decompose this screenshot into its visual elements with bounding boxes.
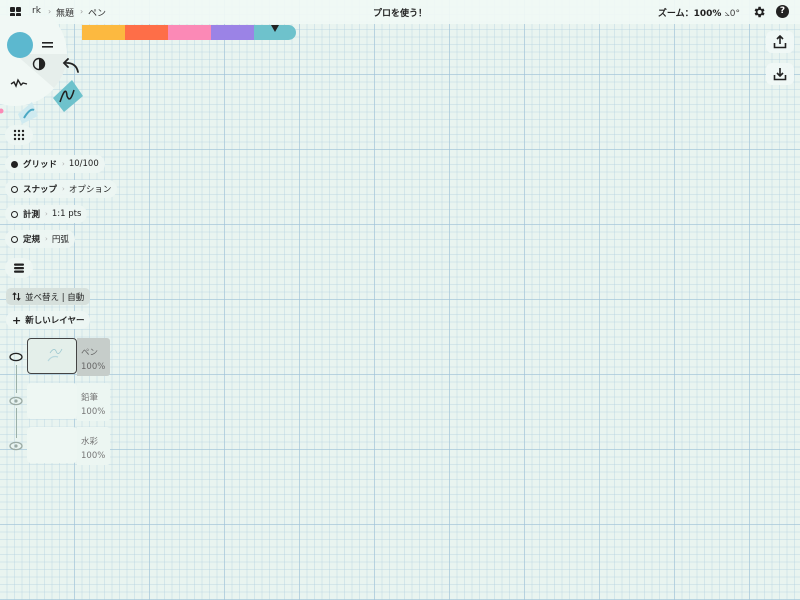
share-upload-icon — [773, 35, 787, 49]
color-palette — [82, 25, 296, 40]
pen-tool-icon[interactable] — [53, 80, 83, 112]
undo-icon[interactable] — [62, 58, 79, 73]
import-button[interactable] — [766, 63, 794, 85]
layer-name: 鉛筆 — [81, 393, 99, 403]
pink-brush-tip-icon[interactable] — [0, 108, 4, 114]
layer-opacity[interactable]: 100% — [81, 360, 110, 374]
layer-info: 水彩 100% — [77, 427, 110, 465]
sort-layers-button[interactable]: 並べ替え | 自動 — [6, 288, 91, 305]
layer-item-pen[interactable]: ペン 100% — [27, 338, 113, 376]
guide-snap-radio[interactable] — [11, 185, 18, 193]
guide-measure-label: 計測 — [23, 210, 41, 220]
new-layer-button[interactable]: + 新しいレイヤー — [6, 311, 91, 329]
guide-snap-toggle[interactable]: スナップ › オプション — [5, 180, 118, 198]
layer-connector — [15, 408, 17, 438]
guide-ruler-toggle[interactable]: 定規 › 円弧 — [5, 230, 75, 248]
layer-info: ペン 100% — [77, 338, 110, 376]
selected-indicator-icon — [271, 25, 279, 32]
sort-arrows-icon — [12, 292, 21, 301]
dot-grid-icon — [13, 129, 25, 141]
share-button[interactable] — [766, 31, 794, 53]
layer-item-watercolor[interactable]: 水彩 100% — [27, 427, 113, 465]
chevron-right-icon: › — [62, 185, 65, 193]
breadcrumb-separator: › — [48, 7, 52, 16]
zoom-label: ズーム：100% — [657, 9, 722, 19]
layer-thumbnail — [27, 427, 77, 463]
guide-measure-toggle[interactable]: 計測 › 1:1 pts — [5, 205, 88, 223]
zoom-indicator[interactable]: ズーム：100% ⦣0° — [658, 6, 740, 19]
color-swatch-red[interactable] — [125, 25, 168, 40]
layer-thumbnail — [27, 338, 77, 374]
guide-snap-label: スナップ — [23, 185, 58, 195]
color-swatch-purple[interactable] — [211, 25, 254, 40]
sort-layers-label: 並べ替え | 自動 — [25, 292, 85, 303]
guide-grid-toggle[interactable]: グリッド › 10/100 — [5, 155, 105, 173]
top-bar: rk › 無題 › ペン プロを使う！ ズーム：100% ⦣0° ? — [0, 0, 800, 24]
layer-connector — [15, 365, 17, 393]
eye-hidden-icon[interactable] — [9, 396, 23, 406]
guide-measure-radio[interactable] — [11, 210, 18, 218]
guide-grid-radio[interactable] — [11, 160, 18, 168]
guide-grid-label: グリッド — [23, 160, 58, 170]
guide-grid-value[interactable]: 10/100 — [69, 159, 99, 169]
breadcrumb-separator: › — [80, 7, 84, 16]
new-layer-label: 新しいレイヤー — [25, 316, 85, 326]
chevron-right-icon: › — [45, 235, 48, 243]
layers-stack-icon — [14, 263, 24, 273]
gear-icon[interactable] — [752, 5, 766, 19]
color-swatch-teal[interactable] — [254, 25, 296, 40]
layer-name: 水彩 — [81, 437, 99, 447]
help-icon[interactable]: ? — [776, 5, 789, 18]
layer-item-pencil[interactable]: 鉛筆 100% — [27, 383, 113, 421]
layer-thumbnail — [27, 383, 77, 419]
eye-hidden-icon[interactable] — [9, 441, 23, 451]
guide-snap-value[interactable]: オプション — [69, 183, 112, 195]
breadcrumb-user[interactable]: rk — [32, 6, 41, 16]
guide-measure-value[interactable]: 1:1 pts — [52, 209, 82, 219]
layers-toggle-button[interactable] — [5, 258, 33, 278]
guides-toggle-button[interactable] — [5, 125, 33, 145]
chevron-right-icon: › — [45, 210, 48, 218]
chevron-right-icon: › — [62, 160, 65, 168]
import-download-icon — [773, 68, 787, 81]
plus-icon: + — [12, 313, 22, 327]
guide-ruler-value[interactable]: 円弧 — [52, 233, 69, 245]
layer-opacity[interactable]: 100% — [81, 449, 110, 463]
brush-wheel — [0, 16, 83, 124]
go-pro-link[interactable]: プロを使う！ — [373, 9, 427, 19]
color-swatch-pink[interactable] — [168, 25, 211, 40]
layer-opacity[interactable]: 100% — [81, 405, 110, 419]
guide-ruler-label: 定規 — [23, 235, 41, 245]
layer-info: 鉛筆 100% — [77, 383, 110, 421]
rotation-value: 0° — [729, 9, 740, 19]
layer-name: ペン — [81, 348, 99, 358]
eye-visible-icon[interactable] — [9, 352, 23, 362]
layer-preview-image — [47, 348, 63, 362]
color-well-icon[interactable] — [7, 32, 33, 58]
guide-ruler-radio[interactable] — [11, 235, 18, 243]
breadcrumb-tool[interactable]: ペン — [88, 6, 106, 19]
